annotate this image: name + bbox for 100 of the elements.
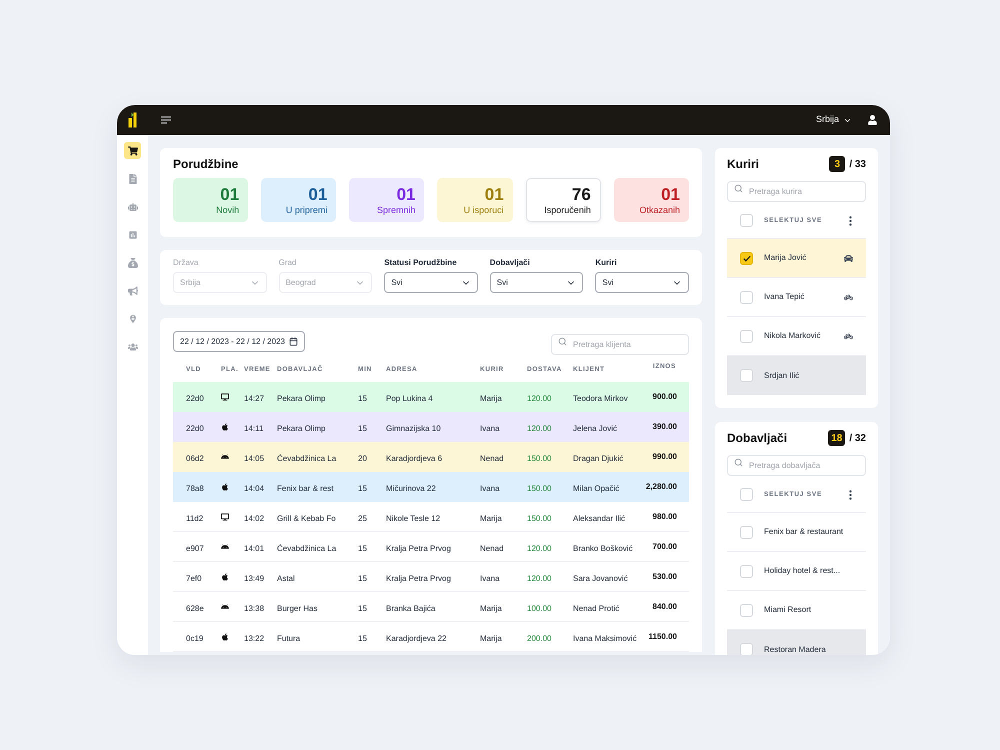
table-cell: Ivana	[480, 424, 500, 433]
table-cell: Branka Bajića	[386, 604, 436, 612]
more-options-icon[interactable]	[849, 216, 852, 226]
apple-icon	[221, 483, 229, 491]
table-cell: 14:01	[244, 544, 264, 552]
table-cell: Karadjordjeva 6	[386, 454, 442, 463]
checkbox[interactable]	[740, 488, 753, 501]
table-cell: 150.00	[527, 454, 552, 463]
checkbox[interactable]	[740, 526, 753, 538]
car-icon	[844, 254, 853, 262]
stat-card[interactable]: 01 U isporuci	[437, 178, 513, 222]
stat-value: 01	[484, 184, 504, 204]
selected-count-badge: 3	[829, 156, 846, 172]
search-field[interactable]: Pretraga dobavljača	[727, 455, 866, 476]
more-options-icon[interactable]	[849, 490, 852, 500]
checkbox[interactable]	[740, 564, 753, 578]
table-cell: Ivana	[480, 574, 500, 582]
list-item[interactable]: Restoran Madera	[727, 630, 866, 655]
date-range-field[interactable]: 22 / 12 / 2023 - 22 / 12 / 2023	[173, 331, 305, 352]
table-cell: 20	[358, 454, 367, 463]
checkbox[interactable]	[740, 214, 753, 227]
cart-icon	[128, 146, 138, 156]
stat-card[interactable]: 01 U pripremi	[261, 178, 336, 222]
table-cell: Fenix bar & rest	[277, 484, 334, 493]
stat-label: Novih	[216, 204, 240, 216]
list-item[interactable]: Marija Jović	[727, 239, 866, 278]
table-cell: 100.00	[527, 604, 552, 612]
search-icon	[558, 337, 567, 346]
filter-label: Kuriri	[595, 258, 618, 268]
table-cell: 14:05	[244, 454, 264, 463]
table-cell: Sara Jovanović	[573, 574, 628, 582]
table-cell: 15	[358, 484, 367, 493]
table-cell: 15	[358, 394, 367, 403]
table-cell: Mičurinova 22	[386, 484, 436, 493]
table-cell: 120.00	[527, 574, 552, 582]
filter-label: Dobavljači	[490, 258, 531, 268]
calendar-icon	[289, 337, 298, 346]
language-select[interactable]: Srbija	[816, 113, 852, 127]
stat-card[interactable]: 01 Otkazanih	[614, 178, 689, 222]
checkbox[interactable]	[740, 290, 753, 304]
total-count: / 33	[849, 158, 866, 172]
table-cell: Pekara Olimp	[277, 394, 326, 403]
filter-label: Statusi Porudžbine	[384, 258, 458, 268]
selected-count-badge: 18	[828, 430, 846, 446]
stat-card[interactable]: 01 Spremnih	[349, 178, 424, 222]
stat-value: 01	[308, 184, 328, 204]
apple-icon	[221, 632, 229, 640]
table-cell: 1150.00	[648, 630, 677, 642]
stat-label: Isporučenih	[544, 204, 591, 216]
table-cell: 25	[358, 514, 367, 522]
stat-value: 01	[396, 184, 416, 204]
search-field[interactable]: Pretraga klijenta	[551, 334, 689, 355]
sidebar-item[interactable]	[124, 142, 141, 159]
menu-icon[interactable]	[161, 116, 171, 124]
search-field[interactable]: Pretraga kurira	[727, 181, 866, 202]
table-cell: Ćevabdžinica La	[277, 544, 336, 552]
stat-card[interactable]: 01 Novih	[173, 178, 248, 222]
table-cell: 15	[358, 574, 367, 582]
table-cell: Astal	[277, 574, 295, 582]
person-pin-icon	[128, 314, 138, 324]
table-cell: Jelena Jović	[573, 424, 618, 433]
table-cell: 2,280.00	[646, 481, 677, 493]
list-item-name: Marija Jović	[764, 252, 808, 264]
table-cell: Aleksandar Ilić	[573, 514, 626, 522]
table-row[interactable]: 22d0 14:27 Pekara Olimp 15 Pop Lukina 4 Marija 120.00 Teodora Mirkov 900.00	[173, 382, 689, 412]
stat-value: 01	[220, 184, 240, 204]
table-cell: 22d0	[186, 394, 204, 403]
table-cell: 7ef0	[186, 574, 202, 582]
apple-icon	[221, 572, 229, 580]
dropdown-select[interactable]: Svi	[384, 272, 478, 293]
money-bag-icon	[128, 258, 138, 268]
checkbox[interactable]	[740, 604, 753, 616]
table-cell: Nenad Protić	[573, 604, 620, 612]
checkbox[interactable]	[740, 330, 753, 342]
table-cell: Marija	[480, 394, 502, 403]
checkbox[interactable]	[740, 252, 753, 264]
bicycle-icon	[844, 292, 853, 302]
table-cell: 150.00	[527, 514, 552, 522]
table-row[interactable]: 06d2 14:05 Ćevabdžinica La 20 Karadjordjeva 6 Nenad 150.00 Dragan Djukić 990.00	[173, 442, 689, 472]
list-item-name: Srdjan Ilić	[764, 370, 800, 382]
bar-chart-icon	[128, 230, 138, 240]
user-icon[interactable]	[868, 115, 877, 125]
table-row[interactable]: 22d0 14:11 Pekara Olimp 15 Gimnazijska 10 Ivana 120.00 Jelena Jović 390.00	[173, 412, 689, 442]
dropdown-select[interactable]: Svi	[595, 272, 689, 293]
list-item[interactable]: Srdjan Ilić	[727, 356, 866, 395]
checkbox[interactable]	[740, 369, 753, 382]
document-icon	[128, 174, 138, 184]
dropdown-select[interactable]: Svi	[490, 272, 584, 293]
table-cell: 14:11	[244, 424, 264, 433]
stat-card[interactable]: 76 Isporučenih	[526, 178, 601, 222]
list-item-name: Nikola Marković	[764, 330, 822, 342]
table-cell: Kralja Petra Prvog	[386, 544, 451, 552]
check-icon	[742, 254, 750, 262]
list-item-name: Fenix bar & restaurant	[764, 526, 844, 538]
robot-icon	[221, 602, 229, 610]
stat-value: 01	[661, 184, 680, 204]
panel-title: Kuriri	[727, 157, 760, 171]
checkbox[interactable]	[740, 643, 753, 655]
table-row[interactable]: 78a8 14:04 Fenix bar & rest 15 Mičurinova 22 Ivana 150.00 Milan Opačić 2,280.00	[173, 472, 689, 502]
panel-title: Dobavljači	[727, 431, 788, 445]
